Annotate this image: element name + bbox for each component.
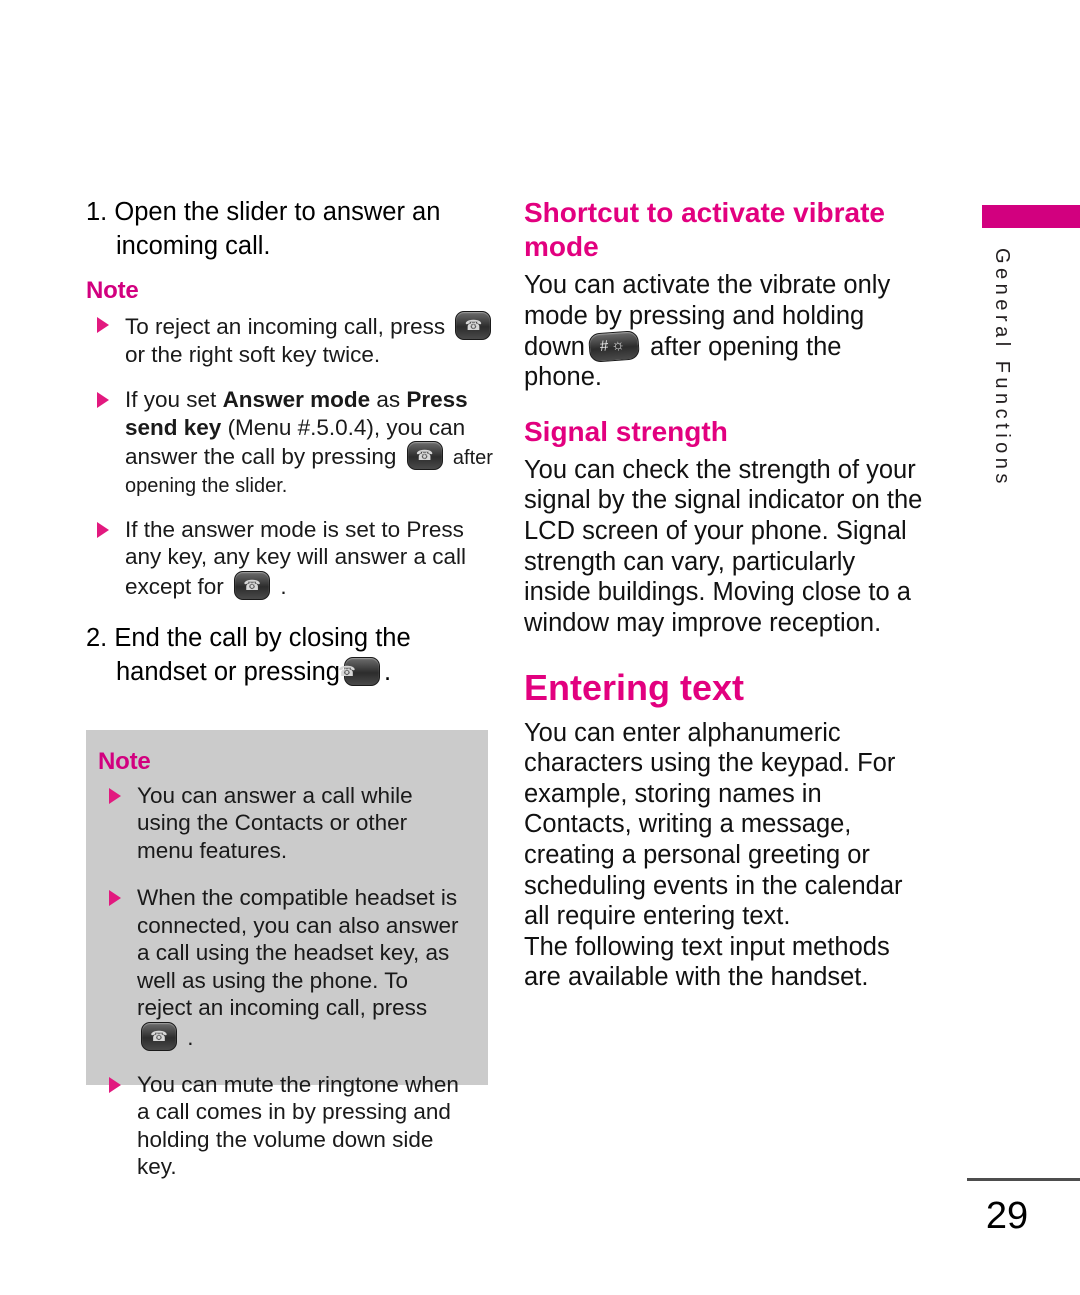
step-2: 2. End the call by closing the handset o… bbox=[86, 622, 496, 689]
triangle-bullet-icon bbox=[97, 521, 109, 538]
note-heading: Note bbox=[86, 277, 139, 305]
entering-text-paragraph-1: You can enter alphanumeric characters us… bbox=[524, 718, 903, 931]
handset-glyph: ☎ bbox=[150, 1027, 168, 1044]
step-1-number: 1. bbox=[86, 198, 108, 226]
chapter-tab-label: General Functions bbox=[991, 248, 1013, 488]
hash-glyph: #☼ bbox=[599, 335, 629, 355]
note-box-item-3-text: You can mute the ringtone when a call co… bbox=[137, 1071, 459, 1180]
footer-rule bbox=[967, 1178, 1080, 1181]
note-item-answer-mode: If you set Answer mode as Press send key… bbox=[86, 386, 496, 498]
step-1: 1. Open the slider to answer an incoming… bbox=[86, 196, 496, 263]
left-column: 1. Open the slider to answer an incoming… bbox=[86, 196, 496, 696]
step-2-period: . bbox=[383, 657, 392, 686]
note-box-item-2-text-1: When the compatible headset is connected… bbox=[137, 885, 459, 1021]
manual-page: General Functions 1. Open the slider to … bbox=[0, 0, 1080, 1295]
handset-glyph: ☎ bbox=[415, 447, 434, 464]
end-call-key-icon: ☎ bbox=[234, 570, 271, 600]
step-2-number: 2. bbox=[86, 624, 108, 653]
triangle-bullet-icon bbox=[109, 1076, 121, 1093]
note-box-item-headset: When the compatible headset is connected… bbox=[98, 884, 466, 1051]
answer-mode-bold-1: Answer mode bbox=[222, 387, 371, 413]
note-box-item-2-period: . bbox=[187, 1024, 194, 1050]
triangle-bullet-icon bbox=[109, 890, 121, 907]
note-box: Note You can answer a call while using t… bbox=[86, 730, 488, 1179]
end-call-key-icon: ☎ bbox=[141, 1021, 177, 1051]
note-box-item-mute-ringtone: You can mute the ringtone when a call co… bbox=[98, 1071, 466, 1181]
answer-mode-text-1: If you set bbox=[125, 387, 223, 413]
heading-shortcut-vibrate: Shortcut to activate vibrate mode bbox=[524, 197, 885, 263]
signal-strength-paragraph: You can check the strength of your signa… bbox=[524, 455, 923, 637]
vibrate-paragraph: You can activate the vibrate only mode b… bbox=[524, 270, 924, 392]
triangle-bullet-icon bbox=[109, 788, 121, 804]
end-call-key-icon: ☎ bbox=[455, 311, 492, 341]
triangle-bullet-icon bbox=[97, 317, 109, 334]
note-item-reject-call: To reject an incoming call, press ☎ or t… bbox=[86, 311, 496, 368]
triangle-bullet-icon bbox=[97, 392, 109, 409]
note-item-press-any-key: If the answer mode is set to Press any k… bbox=[86, 516, 496, 600]
note-box-item-answer-while-using: You can answer a call while using the Co… bbox=[98, 782, 466, 864]
right-column: Shortcut to activate vibrate mode You ca… bbox=[524, 196, 924, 993]
step-1-text: Open the slider to answer an incoming ca… bbox=[114, 198, 441, 260]
press-any-key-text: If the answer mode is set to Press any k… bbox=[125, 516, 466, 599]
answer-mode-mid-1: as bbox=[370, 387, 407, 413]
entering-text-paragraph-2: The following text input methods are ava… bbox=[524, 932, 890, 992]
handset-glyph: ☎ bbox=[338, 662, 356, 679]
handset-glyph: ☎ bbox=[464, 317, 483, 334]
chapter-tab-bar bbox=[982, 205, 1080, 228]
hash-vibrate-key-icon: #☼ bbox=[588, 329, 640, 363]
page-number: 29 bbox=[985, 1195, 1029, 1237]
handset-glyph: ☎ bbox=[243, 576, 261, 593]
heading-entering-text: Entering text bbox=[524, 667, 745, 709]
press-any-key-period: . bbox=[280, 573, 287, 599]
note-box-item-1-text: You can answer a call while using the Co… bbox=[137, 783, 413, 863]
note-item-reject-call-text-2: or the right soft key twice. bbox=[125, 341, 381, 367]
end-call-key-icon: ☎ bbox=[338, 656, 380, 686]
heading-signal-strength: Signal strength bbox=[524, 415, 728, 447]
note-box-heading: Note bbox=[98, 748, 151, 775]
note-item-reject-call-text-1: To reject an incoming call, press bbox=[125, 314, 446, 340]
end-call-key-icon: ☎ bbox=[406, 441, 443, 471]
